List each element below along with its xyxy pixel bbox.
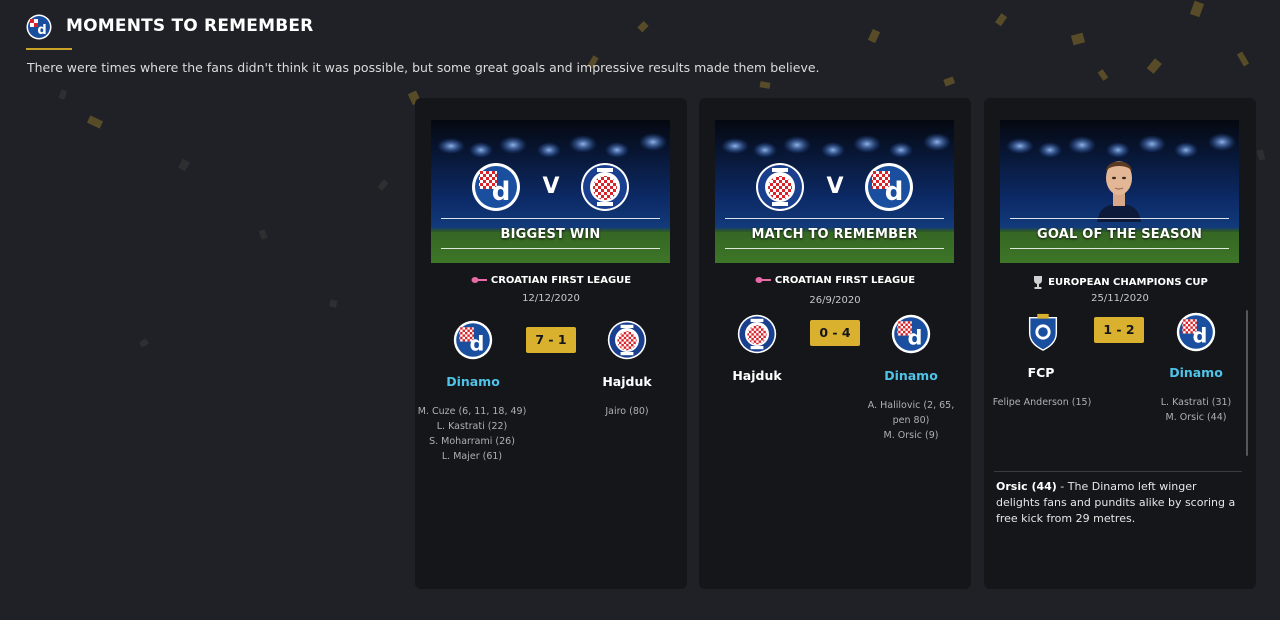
banner-divider [725,248,944,249]
home-scorers: M. Cuze (6, 11, 18, 49) L. Kastrati (22)… [415,404,532,464]
match-date: 26/9/2020 [809,295,861,306]
score-box: 1 - 2 [1094,317,1144,343]
banner-label: MATCH TO REMEMBER [751,227,918,242]
home-team-badge-icon[interactable] [453,320,493,360]
away-scorers: L. Kastrati (31) M. Orsic (44) [1136,395,1256,425]
competition-row: CROATIAN FIRST LEAGUE [699,275,971,286]
goal-description-scorer: Orsic (44) [996,480,1057,493]
away-team-badge-icon[interactable] [1176,312,1216,352]
scrollbar[interactable] [1246,310,1248,456]
home-scorers: Felipe Anderson (15) [984,395,1102,410]
league-trophy-icon [755,277,771,283]
competition-name: EUROPEAN CHAMPIONS CUP [1048,277,1208,288]
versus-label: V [826,174,844,199]
home-team-badge-icon[interactable] [737,314,777,354]
scorer-line: S. Moharrami (26) [429,436,515,447]
banner-divider [1010,218,1229,219]
home-team-name[interactable]: Hajduk [702,368,812,383]
home-team-name[interactable]: Dinamo [418,374,528,389]
dinamo-badge-icon [472,163,520,211]
away-team-badge-icon[interactable] [891,314,931,354]
competition-row: CROATIAN FIRST LEAGUE [415,275,687,286]
page-subtitle: There were times where the fans didn't t… [27,60,820,75]
banner-divider [1010,248,1229,249]
competition-name: CROATIAN FIRST LEAGUE [774,275,916,286]
away-team-name[interactable]: Hajduk [572,374,682,389]
card-banner: V BIGGEST WIN [431,120,670,263]
competition-name: CROATIAN FIRST LEAGUE [490,275,632,286]
moment-card-biggest-win[interactable]: V BIGGEST WIN CROATIAN FIRST LEAGUE 12/1… [415,98,687,589]
competition-row: EUROPEAN CHAMPIONS CUP [984,275,1256,289]
description-divider [994,471,1242,472]
svg-text:d: d [37,23,46,38]
banner-divider [441,218,660,219]
banner-divider [441,248,660,249]
dinamo-club-logo-icon: d [26,14,52,40]
score-box: 0 - 4 [810,320,860,346]
scorer-line: M. Orsic (44) [1165,412,1227,423]
scorer-line: Jairo (80) [605,406,649,417]
scorer-line: L. Kastrati (31) [1160,397,1232,408]
away-team-badge-icon[interactable] [607,320,647,360]
league-trophy-icon [471,277,487,283]
card-banner: V MATCH TO REMEMBER [715,120,954,263]
page-title: MOMENTS TO REMEMBER [66,16,314,36]
scorer-line: A. Halilovic (2, 65, [867,400,955,411]
champions-cup-icon [1034,276,1043,289]
player-portrait [1097,161,1141,222]
score-box: 7 - 1 [526,327,576,353]
dinamo-badge-icon [865,163,913,211]
versus-label: V [542,174,560,199]
title-underline [26,48,72,50]
away-scorers: A. Halilovic (2, 65, pen 80) M. Orsic (9… [851,398,971,443]
scorer-line: M. Orsic (9) [883,430,939,441]
away-team-name[interactable]: Dinamo [1141,365,1251,380]
banner-label: BIGGEST WIN [500,227,601,242]
card-banner: GOAL OF THE SEASON [1000,120,1239,263]
away-team-name[interactable]: Dinamo [856,368,966,383]
moment-card-match-to-remember[interactable]: V MATCH TO REMEMBER CROATIAN FIRST LEAGU… [699,98,971,589]
scorer-line: pen 80) [892,415,930,426]
scorer-line: M. Cuze (6, 11, 18, 49) [417,406,527,417]
away-scorers: Jairo (80) [567,404,687,419]
scorer-line: L. Majer (61) [441,451,503,462]
moment-card-goal-of-the-season[interactable]: GOAL OF THE SEASON EUROPEAN CHAMPIONS CU… [984,98,1256,589]
banner-divider [725,218,944,219]
hajduk-badge-icon [756,163,804,211]
home-team-name[interactable]: FCP [986,365,1096,380]
match-date: 12/12/2020 [522,293,580,304]
goal-description: Orsic (44) - The Dinamo left winger deli… [996,479,1236,527]
home-team-badge-icon[interactable] [1023,312,1063,352]
match-date: 25/11/2020 [1091,293,1149,304]
banner-label: GOAL OF THE SEASON [1036,227,1203,242]
hajduk-badge-icon [581,163,629,211]
scorer-line: Felipe Anderson (15) [992,397,1092,408]
scorer-line: L. Kastrati (22) [436,421,508,432]
